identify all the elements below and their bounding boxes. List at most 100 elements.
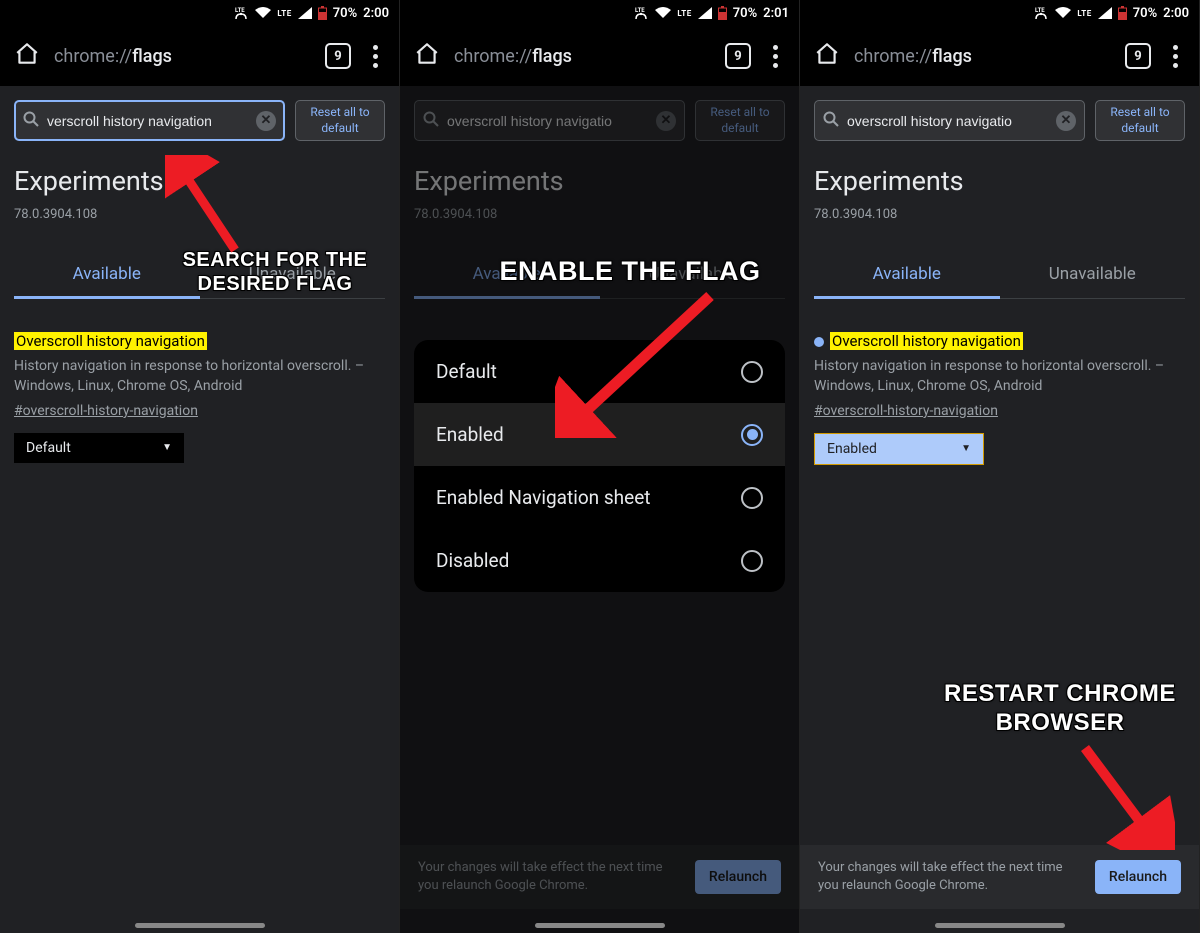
search-icon [23, 111, 39, 131]
option-enabled-navigation-sheet[interactable]: Enabled Navigation sheet [414, 466, 785, 529]
volte-icon: LTE [633, 6, 649, 20]
relaunch-button[interactable]: Relaunch [695, 860, 781, 894]
signal-icon [698, 7, 712, 19]
option-default[interactable]: Default [414, 340, 785, 403]
tab-available[interactable]: Available [414, 252, 600, 299]
search-input-wrap[interactable]: ✕ [814, 100, 1085, 141]
tab-unavailable[interactable]: Unavailable [600, 252, 786, 298]
flag-description: History navigation in response to horizo… [814, 356, 1185, 397]
clock: 2:00 [363, 6, 389, 21]
tab-switcher[interactable]: 9 [1125, 43, 1151, 69]
home-icon[interactable] [814, 41, 840, 71]
flag-options-sheet: Default Enabled Enabled Navigation sheet… [414, 340, 785, 592]
flag-search-input[interactable] [47, 113, 248, 129]
tab-unavailable[interactable]: Unavailable [1000, 252, 1186, 298]
flag-title: Overscroll history navigation [14, 332, 207, 350]
page-title: Experiments [414, 165, 785, 197]
nav-pill[interactable] [535, 923, 665, 928]
flag-dropdown[interactable]: Default▼ [14, 433, 184, 463]
search-input-wrap[interactable]: ✕ [14, 100, 285, 141]
menu-icon[interactable] [365, 45, 385, 68]
search-icon [423, 111, 439, 131]
clear-icon[interactable]: ✕ [656, 111, 676, 131]
home-icon[interactable] [14, 41, 40, 71]
battery-icon [718, 6, 727, 20]
wifi-icon [655, 7, 671, 19]
radio-icon [741, 424, 763, 446]
menu-icon[interactable] [765, 45, 785, 68]
url-bar[interactable]: chrome://flags [854, 46, 1111, 67]
tab-available[interactable]: Available [14, 252, 200, 299]
radio-icon [741, 550, 763, 572]
svg-text:LTE: LTE [635, 7, 645, 14]
phone-screenshot-3: LTE LTE 70% 2:00 chrome://flags 9 ✕ Rese… [800, 0, 1200, 933]
chevron-down-icon: ▼ [162, 442, 172, 453]
flag-hash[interactable]: #overscroll-history-navigation [814, 403, 1185, 419]
flag-search-input[interactable] [447, 113, 648, 129]
clear-icon[interactable]: ✕ [1056, 111, 1076, 131]
menu-icon[interactable] [1165, 45, 1185, 68]
home-icon[interactable] [414, 41, 440, 71]
volte-icon: LTE [1033, 6, 1049, 20]
option-disabled[interactable]: Disabled [414, 529, 785, 592]
wifi-icon [255, 7, 271, 19]
svg-text:LTE: LTE [1035, 7, 1045, 14]
tab-switcher[interactable]: 9 [725, 43, 751, 69]
url-bar[interactable]: chrome://flags [454, 46, 711, 67]
phone-screenshot-1: LTE LTE 70% 2:00 chrome://flags 9 ✕ Rese… [0, 0, 400, 933]
battery-percent: 70% [1133, 6, 1157, 21]
browser-toolbar: chrome://flags 9 [800, 26, 1199, 86]
flag-search-input[interactable] [847, 113, 1048, 129]
tabs: Available Unavailable [14, 252, 385, 299]
reset-all-button[interactable]: Reset all todefault [695, 100, 785, 141]
nav-pill[interactable] [935, 923, 1065, 928]
relaunch-button[interactable]: Relaunch [1095, 860, 1181, 894]
page-title: Experiments [814, 165, 1185, 197]
relaunch-bar: Your changes will take effect the next t… [400, 845, 799, 909]
tab-unavailable[interactable]: Unavailable [200, 252, 386, 298]
wifi-icon [1055, 7, 1071, 19]
clock: 2:01 [763, 6, 789, 21]
relaunch-message: Your changes will take effect the next t… [818, 859, 1081, 895]
signal-icon [1098, 7, 1112, 19]
option-enabled[interactable]: Enabled [414, 403, 785, 466]
flag-entry: Overscroll history navigation History na… [14, 299, 385, 463]
chrome-version: 78.0.3904.108 [14, 207, 385, 222]
status-bar: LTE LTE 70% 2:00 [0, 0, 399, 26]
nav-pill[interactable] [135, 923, 265, 928]
clock: 2:00 [1163, 6, 1189, 21]
search-input-wrap[interactable]: ✕ [414, 100, 685, 141]
url-bar[interactable]: chrome://flags [54, 46, 311, 67]
clear-icon[interactable]: ✕ [256, 111, 276, 131]
flag-entry: Overscroll history navigation History na… [814, 299, 1185, 465]
volte-icon: LTE [233, 6, 249, 20]
reset-all-button[interactable]: Reset all todefault [1095, 100, 1185, 141]
phone-screenshot-2: LTE LTE 70% 2:01 chrome://flags 9 ✕ Rese… [400, 0, 800, 933]
battery-percent: 70% [333, 6, 357, 21]
battery-icon [1118, 6, 1127, 20]
svg-text:LTE: LTE [235, 7, 245, 14]
lte-label: LTE [1077, 9, 1091, 18]
page-title: Experiments [14, 165, 385, 197]
flag-title: Overscroll history navigation [830, 332, 1023, 350]
chrome-version: 78.0.3904.108 [414, 207, 785, 222]
tab-switcher[interactable]: 9 [325, 43, 351, 69]
battery-percent: 70% [733, 6, 757, 21]
signal-icon [298, 7, 312, 19]
radio-icon [741, 487, 763, 509]
flags-page: ✕ Reset all todefault Experiments 78.0.3… [800, 86, 1199, 933]
relaunch-bar: Your changes will take effect the next t… [800, 845, 1199, 909]
browser-toolbar: chrome://flags 9 [400, 26, 799, 86]
tab-available[interactable]: Available [814, 252, 1000, 299]
search-icon [823, 111, 839, 131]
reset-all-button[interactable]: Reset all todefault [295, 100, 385, 141]
status-bar: LTE LTE 70% 2:00 [800, 0, 1199, 26]
flag-hash[interactable]: #overscroll-history-navigation [14, 403, 385, 419]
lte-label: LTE [277, 9, 291, 18]
chrome-version: 78.0.3904.108 [814, 207, 1185, 222]
changed-dot-icon [814, 337, 824, 347]
battery-icon [318, 6, 327, 20]
radio-icon [741, 361, 763, 383]
flag-dropdown[interactable]: Enabled▼ [814, 433, 984, 465]
flags-page: ✕ Reset all todefault Experiments 78.0.3… [0, 86, 399, 933]
